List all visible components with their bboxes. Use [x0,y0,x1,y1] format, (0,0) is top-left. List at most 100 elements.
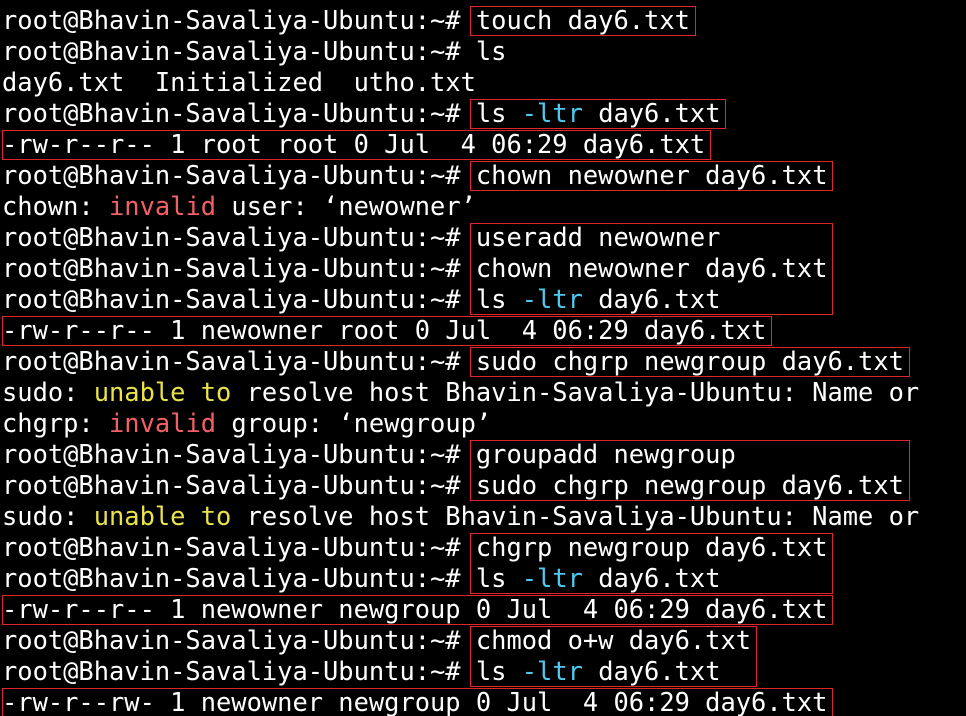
text-token: sudo chgrp newgroup day6.txt [475,470,904,500]
text-token: chown: [2,191,110,221]
text-token: touch day6.txt [475,5,690,35]
text-token: useradd newowner [475,222,721,252]
output-text: day6.txt Initialized utho.txt [2,67,476,97]
output-line: -rw-r--r-- 1 root root 0 Jul 4 06:29 day… [2,129,705,160]
command-text: ls -ltr day6.txt [476,656,721,686]
shell-prompt: root@Bhavin-Savaliya-Ubuntu:~# [2,98,476,128]
output-text: -rw-r--rw- 1 newowner newgroup 0 Jul 4 0… [2,687,827,716]
command-text: chown newowner day6.txt [476,160,828,190]
command-text: useradd newowner [476,222,721,252]
command-text: chgrp newgroup day6.txt [476,532,828,562]
output-text: -rw-r--r-- 1 newowner root 0 Jul 4 06:29… [2,315,766,345]
text-token: sudo: [2,501,94,531]
command-text: sudo chgrp newgroup day6.txt [476,346,904,376]
output-line: chown: invalid user: ‘newowner’ [2,191,476,222]
command-text: sudo chgrp newgroup day6.txt [476,470,904,500]
shell-prompt: root@Bhavin-Savaliya-Ubuntu:~# [2,253,476,283]
command-line: root@Bhavin-Savaliya-Ubuntu:~# chmod o+w… [2,625,751,656]
command-text: chmod o+w day6.txt [476,625,751,655]
command-line: root@Bhavin-Savaliya-Ubuntu:~# sudo chgr… [2,470,904,501]
output-line: day6.txt Initialized utho.txt [2,67,476,98]
text-token: resolve host Bhavin-Savaliya-Ubuntu: Nam… [231,501,920,531]
command-line: root@Bhavin-Savaliya-Ubuntu:~# groupadd … [2,439,736,470]
text-token: group: ‘newgroup’ [216,408,492,438]
output-text: chgrp: invalid group: ‘newgroup’ [2,408,491,438]
command-line: root@Bhavin-Savaliya-Ubuntu:~# ls -ltr d… [2,98,720,129]
output-line: -rw-r--rw- 1 newowner newgroup 0 Jul 4 0… [2,687,827,716]
command-text: ls [476,36,507,66]
text-token: chgrp newgroup day6.txt [475,532,828,562]
warn-token: unable to [93,501,232,531]
text-token: groupadd newgroup [475,439,736,469]
command-text: ls -ltr day6.txt [476,563,721,593]
warn-token: unable to [93,377,232,407]
text-token: day6.txt [582,284,721,314]
err-token: invalid [109,191,217,221]
text-token: ls [475,284,522,314]
text-token: day6.txt Initialized utho.txt [2,67,476,97]
text-token: day6.txt [582,563,721,593]
shell-prompt: root@Bhavin-Savaliya-Ubuntu:~# [2,439,476,469]
command-line: root@Bhavin-Savaliya-Ubuntu:~# useradd n… [2,222,720,253]
text-token: chown newowner day6.txt [475,253,828,283]
flag-token: -ltr [521,284,583,314]
text-token: user: ‘newowner’ [216,191,476,221]
output-line: -rw-r--r-- 1 newowner newgroup 0 Jul 4 0… [2,594,827,625]
output-line: sudo: unable to resolve host Bhavin-Sava… [2,377,919,408]
text-token: -rw-r--r-- 1 newowner newgroup 0 Jul 4 0… [2,594,828,624]
output-line: -rw-r--r-- 1 newowner root 0 Jul 4 06:29… [2,315,766,346]
shell-prompt: root@Bhavin-Savaliya-Ubuntu:~# [2,5,476,35]
output-text: -rw-r--r-- 1 newowner newgroup 0 Jul 4 0… [2,594,827,624]
flag-token: -ltr [521,656,583,686]
shell-prompt: root@Bhavin-Savaliya-Ubuntu:~# [2,160,476,190]
output-text: sudo: unable to resolve host Bhavin-Sava… [2,377,919,407]
command-line: root@Bhavin-Savaliya-Ubuntu:~# ls -ltr d… [2,563,720,594]
command-line: root@Bhavin-Savaliya-Ubuntu:~# chown new… [2,160,827,191]
text-token: sudo chgrp newgroup day6.txt [475,346,904,376]
command-line: root@Bhavin-Savaliya-Ubuntu:~# ls -ltr d… [2,656,720,687]
command-text: chown newowner day6.txt [476,253,828,283]
command-text: touch day6.txt [476,5,690,35]
shell-prompt: root@Bhavin-Savaliya-Ubuntu:~# [2,656,476,686]
err-token: invalid [109,408,217,438]
command-text: ls -ltr day6.txt [476,98,721,128]
flag-token: -ltr [521,98,583,128]
output-text: -rw-r--r-- 1 root root 0 Jul 4 06:29 day… [2,129,705,159]
flag-token: -ltr [521,563,583,593]
output-text: sudo: unable to resolve host Bhavin-Sava… [2,501,919,531]
command-line: root@Bhavin-Savaliya-Ubuntu:~# touch day… [2,5,690,36]
terminal-window[interactable]: root@Bhavin-Savaliya-Ubuntu:~# touch day… [0,0,966,716]
command-line: root@Bhavin-Savaliya-Ubuntu:~# sudo chgr… [2,346,904,377]
text-token: -rw-r--r-- 1 newowner root 0 Jul 4 06:29… [2,315,767,345]
text-token: chgrp: [2,408,110,438]
text-token: sudo: [2,377,94,407]
text-token: ls [475,36,507,66]
shell-prompt: root@Bhavin-Savaliya-Ubuntu:~# [2,563,476,593]
output-line: chgrp: invalid group: ‘newgroup’ [2,408,491,439]
text-token: chown newowner day6.txt [475,160,828,190]
shell-prompt: root@Bhavin-Savaliya-Ubuntu:~# [2,532,476,562]
shell-prompt: root@Bhavin-Savaliya-Ubuntu:~# [2,346,476,376]
shell-prompt: root@Bhavin-Savaliya-Ubuntu:~# [2,470,476,500]
command-line: root@Bhavin-Savaliya-Ubuntu:~# chown new… [2,253,827,284]
command-text: ls -ltr day6.txt [476,284,721,314]
text-token: resolve host Bhavin-Savaliya-Ubuntu: Nam… [231,377,920,407]
command-line: root@Bhavin-Savaliya-Ubuntu:~# ls [2,36,506,67]
output-text: chown: invalid user: ‘newowner’ [2,191,476,221]
text-token: day6.txt [582,98,721,128]
shell-prompt: root@Bhavin-Savaliya-Ubuntu:~# [2,222,476,252]
command-line: root@Bhavin-Savaliya-Ubuntu:~# chgrp new… [2,532,827,563]
text-token: chmod o+w day6.txt [475,625,752,655]
shell-prompt: root@Bhavin-Savaliya-Ubuntu:~# [2,36,476,66]
text-token: ls [475,98,522,128]
text-token: -rw-r--rw- 1 newowner newgroup 0 Jul 4 0… [2,687,828,716]
shell-prompt: root@Bhavin-Savaliya-Ubuntu:~# [2,284,476,314]
output-line: sudo: unable to resolve host Bhavin-Sava… [2,501,919,532]
text-token: -rw-r--r-- 1 root root 0 Jul 4 06:29 day… [2,129,706,159]
command-text: groupadd newgroup [476,439,736,469]
text-token: ls [475,563,522,593]
text-token: ls [475,656,522,686]
text-token: day6.txt [582,656,721,686]
shell-prompt: root@Bhavin-Savaliya-Ubuntu:~# [2,625,476,655]
command-line: root@Bhavin-Savaliya-Ubuntu:~# ls -ltr d… [2,284,720,315]
